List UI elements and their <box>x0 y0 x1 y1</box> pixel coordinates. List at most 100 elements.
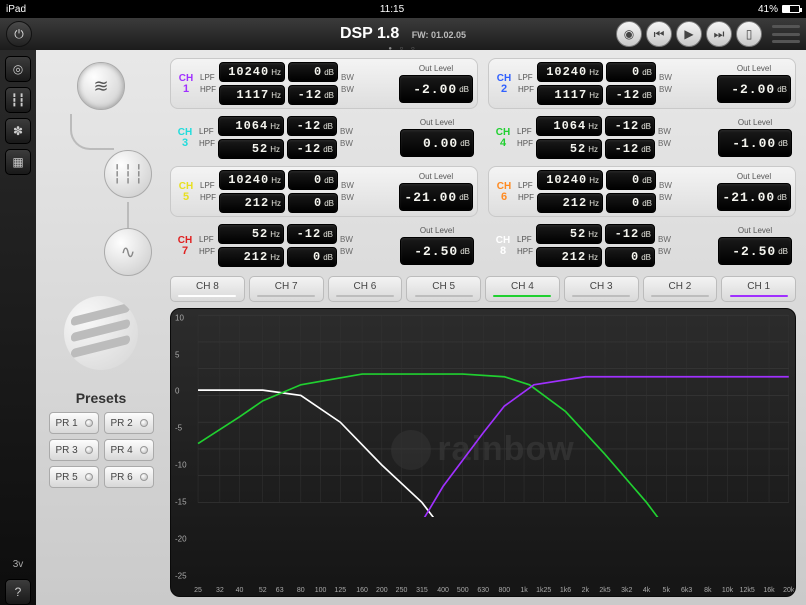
hpf-label: HPF <box>517 247 533 256</box>
play-button[interactable]: ▶ <box>676 21 702 47</box>
hpf-slope[interactable]: 0dB <box>287 247 337 267</box>
hpf-slope[interactable]: 0dB <box>288 193 338 213</box>
out-level[interactable]: 0.00dB <box>400 129 474 157</box>
out-level-label: Out Level <box>737 64 771 73</box>
preset-label: PR 4 <box>111 445 133 456</box>
legend-label: CH 2 <box>668 281 691 292</box>
preset-1[interactable]: PR 1 <box>49 412 99 434</box>
lpf-slope[interactable]: -12dB <box>287 224 337 244</box>
hpf-slope[interactable]: -12dB <box>287 139 337 159</box>
preset-led <box>85 446 93 454</box>
legend-ch-3[interactable]: CH 3 <box>564 276 639 302</box>
rail-sliders-button[interactable]: ┇┇ <box>5 87 31 113</box>
x-tick: 2k5 <box>599 587 610 594</box>
preset-label: PR 6 <box>111 472 133 483</box>
response-chart[interactable]: rainbow 1050-5-10-15-20-25 2532405263801… <box>170 308 796 597</box>
preset-3[interactable]: PR 3 <box>49 439 99 461</box>
preset-2[interactable]: PR 2 <box>104 412 154 434</box>
hpf-freq[interactable]: 1117Hz <box>537 85 603 105</box>
legend-ch-7[interactable]: CH 7 <box>249 276 324 302</box>
y-tick: -5 <box>175 424 182 433</box>
record-button[interactable]: ◉ <box>616 21 642 47</box>
hpf-freq[interactable]: 1117Hz <box>219 85 285 105</box>
out-level[interactable]: -21.00dB <box>399 183 473 211</box>
lpf-freq[interactable]: 52Hz <box>536 224 602 244</box>
hpf-freq[interactable]: 212Hz <box>218 247 284 267</box>
y-tick: 0 <box>175 387 179 396</box>
x-tick: 52 <box>259 587 267 594</box>
legend-ch-1[interactable]: CH 1 <box>721 276 796 302</box>
hpf-freq[interactable]: 52Hz <box>218 139 284 159</box>
lpf-freq[interactable]: 10240Hz <box>219 62 285 82</box>
lpf-slope[interactable]: 0dB <box>606 62 656 82</box>
channel-label: CH1 <box>175 74 197 94</box>
hpf-freq[interactable]: 212Hz <box>536 247 602 267</box>
lpf-slope[interactable]: 0dB <box>288 62 338 82</box>
legend-label: CH 3 <box>590 281 613 292</box>
hpf-slope[interactable]: -12dB <box>605 139 655 159</box>
version-label: 3v <box>13 559 24 570</box>
lpf-slope[interactable]: 0dB <box>606 170 656 190</box>
preset-5[interactable]: PR 5 <box>49 466 99 488</box>
rail-chip-button[interactable]: ▦ <box>5 149 31 175</box>
out-level-label: Out Level <box>419 64 453 73</box>
nav-faders[interactable]: ┆┆┆ <box>104 150 152 198</box>
legend-ch-2[interactable]: CH 2 <box>643 276 718 302</box>
out-level[interactable]: -2.00dB <box>717 75 791 103</box>
x-tick: 20k <box>783 587 794 594</box>
hpf-slope[interactable]: -12dB <box>606 85 656 105</box>
preset-6[interactable]: PR 6 <box>104 466 154 488</box>
nav-osc[interactable]: ∿ <box>104 228 152 276</box>
lpf-slope[interactable]: -12dB <box>605 116 655 136</box>
rail-fan-button[interactable]: ✽ <box>5 118 31 144</box>
lpf-label: LPF <box>518 73 534 82</box>
preset-4[interactable]: PR 4 <box>104 439 154 461</box>
lpf-freq[interactable]: 52Hz <box>218 224 284 244</box>
legend-ch-6[interactable]: CH 6 <box>328 276 403 302</box>
lpf-label: LPF <box>199 127 215 136</box>
rail-car-button[interactable]: ◎ <box>5 56 31 82</box>
hpf-freq[interactable]: 212Hz <box>219 193 285 213</box>
nav-connector <box>127 202 129 228</box>
legend-ch-4[interactable]: CH 4 <box>485 276 560 302</box>
channel-row-1: CH1LPFHPF10240Hz1117Hz0dB-12dBBWBWOut Le… <box>170 58 478 109</box>
device-button[interactable]: ▯ <box>736 21 762 47</box>
lpf-freq[interactable]: 10240Hz <box>537 62 603 82</box>
legend-ch-5[interactable]: CH 5 <box>406 276 481 302</box>
channel-label: CH2 <box>493 74 515 94</box>
out-level[interactable]: -1.00dB <box>718 129 792 157</box>
out-level[interactable]: -2.50dB <box>400 237 474 265</box>
bw-label: BW <box>340 235 354 244</box>
channel-row-3: CH3LPFHPF1064Hz52Hz-12dB-12dBBWBWOut Lev… <box>170 113 478 162</box>
hpf-slope[interactable]: 0dB <box>606 193 656 213</box>
legend-color <box>572 295 630 297</box>
hpf-slope[interactable]: -12dB <box>288 85 338 105</box>
channel-row-6: CH6LPFHPF10240Hz212Hz0dB0dBBWBWOut Level… <box>488 166 796 217</box>
lpf-freq[interactable]: 10240Hz <box>219 170 285 190</box>
menu-icon[interactable] <box>772 25 800 43</box>
lpf-freq[interactable]: 1064Hz <box>536 116 602 136</box>
legend-color <box>651 295 709 297</box>
lpf-freq[interactable]: 1064Hz <box>218 116 284 136</box>
lpf-freq[interactable]: 10240Hz <box>537 170 603 190</box>
out-level[interactable]: -2.50dB <box>718 237 792 265</box>
out-level-label: Out Level <box>420 226 454 235</box>
lpf-slope[interactable]: -12dB <box>287 116 337 136</box>
prev-button[interactable]: ⏮ <box>646 21 672 47</box>
hpf-freq[interactable]: 212Hz <box>537 193 603 213</box>
legend-ch-8[interactable]: CH 8 <box>170 276 245 302</box>
lpf-slope[interactable]: 0dB <box>288 170 338 190</box>
next-button[interactable]: ⏭ <box>706 21 732 47</box>
hpf-slope[interactable]: 0dB <box>605 247 655 267</box>
battery-icon <box>782 5 800 13</box>
x-tick: 63 <box>276 587 284 594</box>
lpf-slope[interactable]: -12dB <box>605 224 655 244</box>
power-button[interactable]: ⏻ <box>6 21 32 47</box>
help-button[interactable]: ? <box>5 579 31 605</box>
hpf-label: HPF <box>518 85 534 94</box>
out-level[interactable]: -21.00dB <box>717 183 791 211</box>
hpf-freq[interactable]: 52Hz <box>536 139 602 159</box>
nav-eq[interactable]: ≋ <box>77 62 125 110</box>
out-level[interactable]: -2.00dB <box>399 75 473 103</box>
x-tick: 40 <box>236 587 244 594</box>
